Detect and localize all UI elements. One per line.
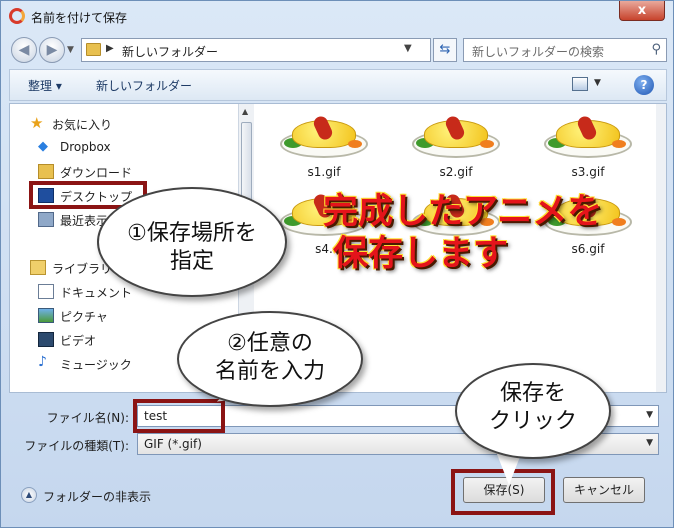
download-icon <box>38 164 54 179</box>
refresh-icon: ⇆ <box>439 42 451 57</box>
filename-highlight-box <box>133 399 225 433</box>
filename-dropdown-icon[interactable]: ▼ <box>646 410 653 420</box>
search-input[interactable]: 新しいフォルダーの検索 ⚲ <box>463 38 667 62</box>
bubble1-line2: 指定 <box>169 249 214 274</box>
collapse-up-icon: ▲ <box>21 487 37 503</box>
carrot-shape <box>612 218 626 226</box>
file-thumbnail[interactable] <box>276 112 372 162</box>
address-row: ◀ ▶ ▼ ▶ 新しいフォルダー ▼ ⇆ 新しいフォルダーの検索 ⚲ <box>1 33 673 65</box>
view-dropdown-icon[interactable]: ▼ <box>594 78 601 88</box>
file-list-scrollbar[interactable] <box>656 104 666 392</box>
bubble2-line2: 名前を入力 <box>214 359 325 384</box>
refresh-button[interactable]: ⇆ <box>433 38 457 62</box>
bubble3-line1: 保存を <box>499 381 566 406</box>
title-bar: 名前を付けて保存 x <box>1 1 673 31</box>
address-bar[interactable]: ▶ 新しいフォルダー ▼ <box>81 38 431 62</box>
document-icon <box>38 284 54 299</box>
recent-pages-dropdown-icon[interactable]: ▼ <box>67 45 74 55</box>
file-name[interactable]: s2.gif <box>411 165 501 179</box>
address-dropdown-icon[interactable]: ▼ <box>404 43 412 54</box>
annotation-bubble-location: ①保存場所を 指定 <box>97 187 287 297</box>
annotation-bubble-filename: ②任意の 名前を入力 <box>177 311 363 407</box>
carrot-shape <box>480 140 494 148</box>
filetype-value: GIF (*.gif) <box>144 437 202 451</box>
picture-icon <box>38 308 54 323</box>
app-icon <box>9 8 25 24</box>
dropbox-icon: ◆ <box>38 139 48 154</box>
music-icon: ♪ <box>38 354 47 370</box>
search-icon[interactable]: ⚲ <box>651 42 661 57</box>
cancel-button[interactable]: キャンセル <box>563 477 645 503</box>
filename-label: ファイル名(N): <box>46 411 129 425</box>
video-icon <box>38 332 54 347</box>
back-arrow-icon: ◀ <box>18 42 30 58</box>
file-thumbnail[interactable] <box>408 112 504 162</box>
filetype-label: ファイルの種類(T): <box>24 439 129 453</box>
caption-line2: 保存します <box>333 234 509 274</box>
help-icon[interactable]: ? <box>634 75 654 95</box>
organize-button[interactable]: 整理 ▾ <box>28 77 62 94</box>
forward-arrow-icon: ▶ <box>46 42 58 58</box>
file-name[interactable]: s3.gif <box>543 165 633 179</box>
save-as-dialog: 名前を付けて保存 x ◀ ▶ ▼ ▶ 新しいフォルダー ▼ ⇆ 新しいフォルダー… <box>0 0 674 528</box>
new-folder-button[interactable]: 新しいフォルダー <box>96 77 192 94</box>
file-name[interactable]: s1.gif <box>279 165 369 179</box>
carrot-shape <box>348 140 362 148</box>
bubble3-line2: クリック <box>488 409 577 434</box>
annotation-bubble-save: 保存を クリック <box>455 363 611 459</box>
library-icon <box>30 260 46 275</box>
filetype-dropdown-icon[interactable]: ▼ <box>646 438 653 448</box>
breadcrumb-chevron-icon[interactable]: ▶ <box>106 43 114 54</box>
breadcrumb-current-folder[interactable]: 新しいフォルダー <box>122 43 218 60</box>
folder-icon <box>86 43 101 56</box>
back-button[interactable]: ◀ <box>11 37 37 63</box>
command-toolbar: 整理 ▾ 新しいフォルダー ▼ ? <box>9 69 667 101</box>
hide-folders-label: フォルダーの非表示 <box>43 490 152 504</box>
caption-line1: 完成したアニメを <box>323 192 603 232</box>
bubble2-line1: ②任意の <box>227 331 313 356</box>
star-icon: ★ <box>30 114 44 132</box>
window-title: 名前を付けて保存 <box>31 11 128 25</box>
scroll-up-icon[interactable]: ▲ <box>242 107 248 116</box>
forward-button[interactable]: ▶ <box>39 37 65 63</box>
caption-text: 完成したアニメを 保存します <box>323 191 602 275</box>
file-thumbnail[interactable] <box>540 112 636 162</box>
view-options-icon[interactable] <box>572 77 588 91</box>
bubble1-line1: ①保存場所を <box>127 221 257 246</box>
search-placeholder: 新しいフォルダーの検索 <box>472 45 605 59</box>
carrot-shape <box>612 140 626 148</box>
recent-icon <box>38 212 54 227</box>
close-button[interactable]: x <box>619 1 665 21</box>
